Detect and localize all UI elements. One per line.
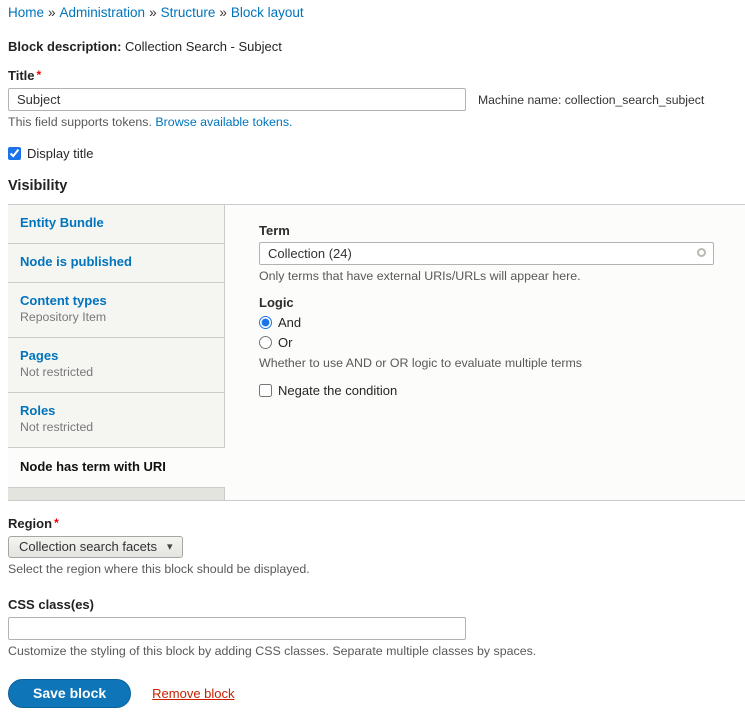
logic-label: Logic (259, 295, 725, 310)
chevron-down-icon: ▾ (167, 540, 173, 553)
autocomplete-throbber-icon (697, 248, 706, 257)
save-block-button[interactable]: Save block (8, 679, 131, 708)
tab-entity-bundle[interactable]: Entity Bundle (8, 205, 225, 244)
logic-description: Whether to use AND or OR logic to evalua… (259, 356, 725, 370)
display-title-checkbox[interactable] (8, 147, 21, 160)
browse-tokens-link[interactable]: Browse available tokens. (155, 115, 292, 129)
logic-and-row: And (259, 312, 725, 332)
css-classes-form-item: CSS class(es) Customize the styling of t… (8, 597, 745, 658)
negate-condition-label[interactable]: Negate the condition (278, 383, 397, 398)
tab-summary: Not restricted (20, 365, 212, 379)
term-description: Only terms that have external URIs/URLs … (259, 269, 725, 283)
required-asterisk: * (37, 68, 42, 82)
visibility-heading: Visibility (8, 178, 745, 194)
logic-or-label[interactable]: Or (278, 335, 292, 350)
tab-roles[interactable]: Roles Not restricted (8, 393, 225, 448)
tab-label: Entity Bundle (20, 215, 212, 230)
negate-condition-checkbox[interactable] (259, 384, 272, 397)
display-title-label[interactable]: Display title (27, 146, 93, 161)
tab-content-types[interactable]: Content types Repository Item (8, 283, 225, 338)
breadcrumb-separator: » (48, 5, 56, 20)
tab-summary: Repository Item (20, 310, 212, 324)
region-description: Select the region where this block shoul… (8, 562, 745, 576)
negate-row: Negate the condition (259, 383, 725, 398)
form-actions: Save block Remove block (8, 679, 745, 708)
logic-and-label[interactable]: And (278, 315, 301, 330)
display-title-row: Display title (8, 146, 745, 161)
tab-label: Node is published (20, 254, 212, 269)
visibility-tab-pane: Term Only terms that have external URIs/… (225, 205, 745, 500)
required-asterisk: * (54, 516, 59, 530)
tab-label: Node has term with URI (20, 459, 213, 474)
term-autocomplete-input[interactable] (259, 242, 714, 265)
remove-block-link[interactable]: Remove block (152, 686, 234, 701)
tabs-menu-filler (8, 487, 225, 500)
breadcrumb-link-structure[interactable]: Structure (161, 5, 216, 20)
region-select-value: Collection search facets (19, 539, 157, 554)
breadcrumb-separator: » (219, 5, 227, 20)
tab-pages[interactable]: Pages Not restricted (8, 338, 225, 393)
title-label: Title* (8, 68, 41, 83)
tab-summary: Not restricted (20, 420, 212, 434)
breadcrumb-link-block-layout[interactable]: Block layout (231, 5, 304, 20)
tab-node-is-published[interactable]: Node is published (8, 244, 225, 283)
region-label: Region* (8, 516, 59, 531)
title-form-item: Title* Machine name: collection_search_s… (8, 68, 745, 129)
machine-name-text: Machine name: collection_search_subject (478, 93, 704, 107)
css-classes-label: CSS class(es) (8, 597, 94, 612)
region-form-item: Region* Collection search facets ▾ Selec… (8, 516, 745, 576)
title-input[interactable] (8, 88, 466, 111)
tab-node-has-term-with-uri[interactable]: Node has term with URI (8, 448, 225, 487)
term-label: Term (259, 223, 725, 238)
css-classes-input[interactable] (8, 617, 466, 640)
title-description: This field supports tokens. Browse avail… (8, 115, 745, 129)
visibility-vertical-tabs: Entity Bundle Node is published Content … (8, 204, 745, 501)
breadcrumb-separator: » (149, 5, 157, 20)
breadcrumb: Home»Administration»Structure»Block layo… (8, 5, 745, 20)
tab-label: Content types (20, 293, 212, 308)
vertical-tabs-menu: Entity Bundle Node is published Content … (8, 205, 225, 500)
tab-label: Pages (20, 348, 212, 363)
logic-or-row: Or (259, 332, 725, 352)
region-select[interactable]: Collection search facets ▾ (8, 536, 183, 558)
logic-or-radio[interactable] (259, 336, 272, 349)
block-description: Block description: Collection Search - S… (8, 39, 745, 54)
breadcrumb-link-home[interactable]: Home (8, 5, 44, 20)
css-classes-description: Customize the styling of this block by a… (8, 644, 745, 658)
tab-label: Roles (20, 403, 212, 418)
breadcrumb-link-administration[interactable]: Administration (60, 5, 146, 20)
block-description-label: Block description: (8, 39, 121, 54)
block-description-value: Collection Search - Subject (125, 39, 282, 54)
logic-and-radio[interactable] (259, 316, 272, 329)
